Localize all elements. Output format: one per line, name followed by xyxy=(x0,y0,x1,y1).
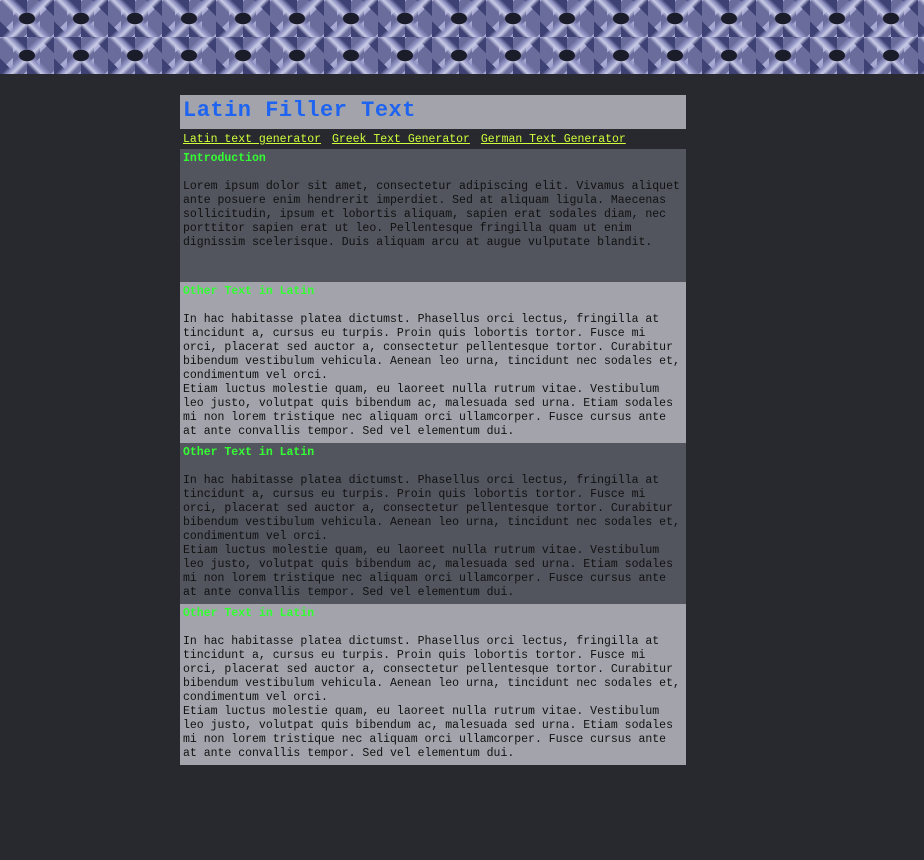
content-column: Latin Filler Text Latin text generator G… xyxy=(180,95,686,765)
nav-link-german-text-generator[interactable]: German Text Generator xyxy=(481,133,626,146)
title-bar: Latin Filler Text xyxy=(180,95,686,129)
section-paragraph: Etiam luctus molestie quam, eu laoreet n… xyxy=(183,544,673,599)
section-other-text-3: Other Text in Latin In hac habitasse pla… xyxy=(180,604,686,765)
section-paragraph: In hac habitasse platea dictumst. Phasel… xyxy=(183,474,680,543)
section-other-text-2: Other Text in Latin In hac habitasse pla… xyxy=(180,443,686,604)
section-introduction: Introduction Lorem ipsum dolor sit amet,… xyxy=(180,149,686,282)
section-heading: Other Text in Latin xyxy=(183,607,315,620)
nav-link-greek-text-generator[interactable]: Greek Text Generator xyxy=(332,133,470,146)
page-title: Latin Filler Text xyxy=(183,98,416,123)
section-heading: Other Text in Latin xyxy=(183,446,315,459)
section-paragraph: In hac habitasse platea dictumst. Phasel… xyxy=(183,635,680,704)
nav-bar: Latin text generator Greek Text Generato… xyxy=(180,129,686,149)
nav-link-latin-text-generator[interactable]: Latin text generator xyxy=(183,133,321,146)
section-paragraph: Etiam luctus molestie quam, eu laoreet n… xyxy=(183,705,673,760)
section-paragraph: Lorem ipsum dolor sit amet, consectetur … xyxy=(183,180,680,249)
section-heading: Other Text in Latin xyxy=(183,285,315,298)
section-other-text-1: Other Text in Latin In hac habitasse pla… xyxy=(180,282,686,443)
section-paragraph: In hac habitasse platea dictumst. Phasel… xyxy=(183,313,680,382)
section-heading: Introduction xyxy=(183,152,266,165)
section-paragraph: Etiam luctus molestie quam, eu laoreet n… xyxy=(183,383,673,438)
header-banner-pattern xyxy=(0,0,924,74)
